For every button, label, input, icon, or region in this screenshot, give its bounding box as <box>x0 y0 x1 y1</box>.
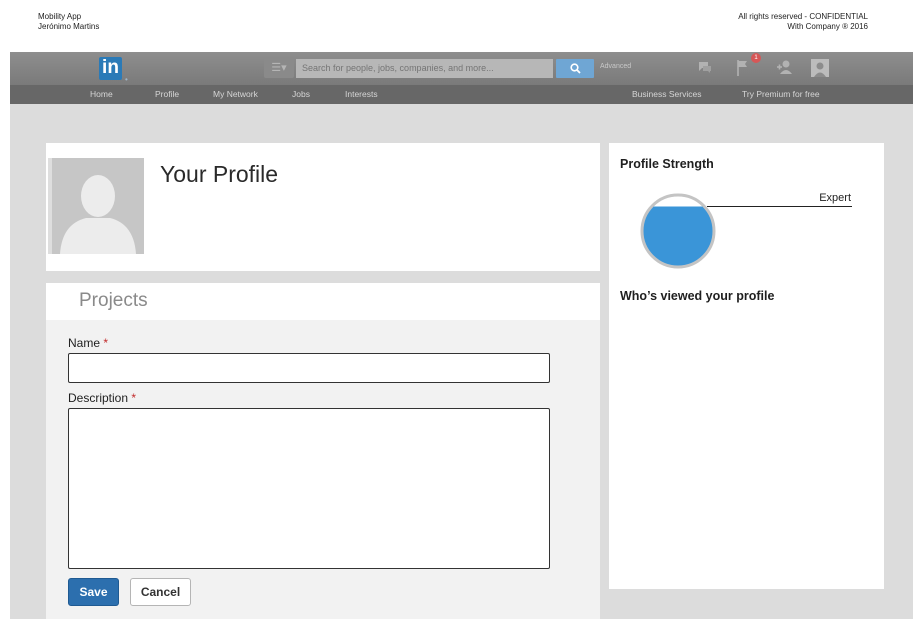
name-label: Name * <box>68 336 108 350</box>
rights-notice: All rights reserved - CONFIDENTIAL <box>738 12 868 21</box>
description-field[interactable] <box>68 408 550 569</box>
add-connection-icon[interactable] <box>776 59 796 76</box>
nav-interests[interactable]: Interests <box>345 89 378 99</box>
notification-badge: 1 <box>751 53 761 63</box>
profile-card: Your Profile <box>46 143 600 271</box>
company-notice: With Company ® 2016 <box>787 22 868 31</box>
profile-strength-title: Profile Strength <box>620 157 714 171</box>
name-field[interactable] <box>68 353 550 383</box>
save-button[interactable]: Save <box>68 578 119 606</box>
projects-form: Projects Name * Description * Save Cance… <box>46 283 600 619</box>
search-input[interactable] <box>296 59 553 78</box>
nav-home[interactable]: Home <box>90 89 113 99</box>
search-button[interactable] <box>556 59 594 78</box>
nav-jobs[interactable]: Jobs <box>292 89 310 99</box>
nav-business-services[interactable]: Business Services <box>632 89 701 99</box>
advanced-search-link[interactable]: Advanced <box>600 63 631 70</box>
cancel-button[interactable]: Cancel <box>130 578 191 606</box>
search-category-button[interactable]: ☰▾ <box>264 59 294 78</box>
description-label-text: Description <box>68 391 129 405</box>
name-label-text: Name <box>68 336 101 350</box>
menu-icon: ☰▾ <box>271 62 287 74</box>
profile-photo[interactable] <box>48 158 144 254</box>
strength-pointer-line <box>707 206 852 207</box>
sidebar-card: Profile Strength Expert Who’s viewed you… <box>609 143 884 589</box>
required-marker: * <box>131 391 137 405</box>
document-meta-left: Mobility App Jerónimo Martins <box>38 12 99 32</box>
page: Mobility App Jerónimo Martins All rights… <box>0 0 913 619</box>
account-avatar-icon[interactable] <box>811 59 829 77</box>
search-icon <box>570 63 581 74</box>
profile-viewers-title: Who’s viewed your profile <box>620 289 775 303</box>
nav-bar: Home Profile My Network Jobs Interests B… <box>10 85 913 104</box>
profile-strength-level: Expert <box>819 192 851 204</box>
notifications-flag-icon[interactable] <box>736 59 752 77</box>
projects-header: Projects <box>46 283 600 320</box>
projects-title: Projects <box>79 290 148 311</box>
required-marker: * <box>103 336 109 350</box>
profile-strength-gauge <box>640 193 716 269</box>
description-label: Description * <box>68 391 136 405</box>
nav-try-premium[interactable]: Try Premium for free <box>742 89 820 99</box>
app-name: Mobility App <box>38 12 82 21</box>
author-name: Jerónimo Martins <box>38 22 100 31</box>
person-silhouette-icon <box>48 158 144 254</box>
top-bar: in • ☰▾ Advanced 1 <box>10 52 913 85</box>
nav-my-network[interactable]: My Network <box>213 89 258 99</box>
linkedin-logo[interactable]: in <box>99 57 122 80</box>
document-meta-right: All rights reserved - CONFIDENTIAL With … <box>738 12 868 32</box>
document-header: Mobility App Jerónimo Martins All rights… <box>0 0 913 52</box>
messages-icon[interactable] <box>697 59 713 75</box>
page-title: Your Profile <box>160 161 279 187</box>
nav-profile[interactable]: Profile <box>155 89 179 99</box>
profile-strength-gauge-fill <box>643 206 713 266</box>
logo-registered-dot: • <box>125 75 128 84</box>
